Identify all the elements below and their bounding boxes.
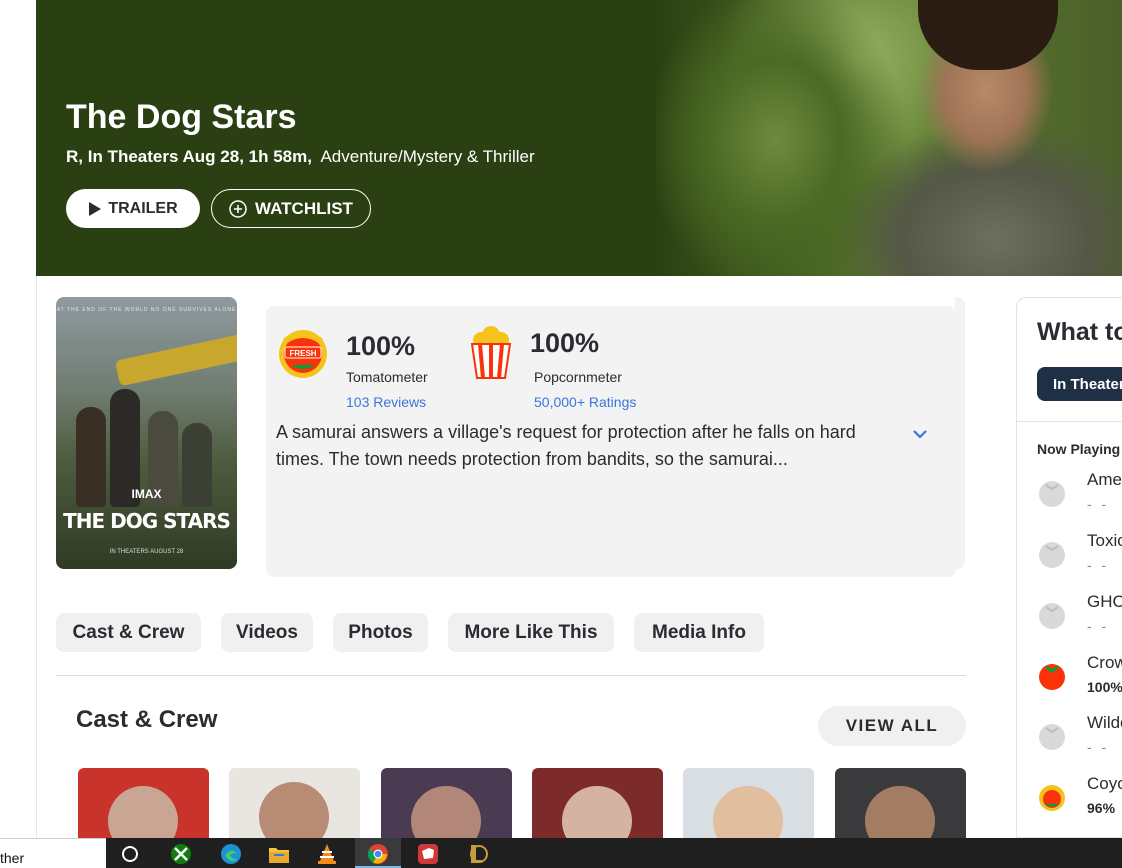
tomato-badge-text: FRESH <box>289 349 316 358</box>
movie-genre: Adventure/Mystery & Thriller <box>320 147 535 166</box>
poster-title: THE DOG STARS <box>63 509 231 533</box>
cast-photo[interactable] <box>229 768 360 838</box>
movie-score: 100% <box>1087 679 1122 695</box>
list-item[interactable]: Crow 100% <box>1037 653 1122 703</box>
watchlist-button[interactable]: WATCHLIST <box>211 189 371 228</box>
windows-taskbar: ther <box>0 838 1122 868</box>
search-circle-icon[interactable] <box>119 843 141 865</box>
watchlist-label: WATCHLIST <box>255 198 353 218</box>
popcornmeter-label: Popcornmeter <box>534 369 622 385</box>
movie-name: GHO <box>1087 592 1122 611</box>
movie-poster[interactable]: AT THE END OF THE WORLD NO ONE SURVIVES … <box>56 297 237 569</box>
popcornmeter-score: 100% <box>530 328 600 358</box>
list-item[interactable]: Toxic - - <box>1037 531 1122 581</box>
score-panel-edge <box>955 297 965 569</box>
edge-icon[interactable] <box>220 843 242 865</box>
chrome-icon[interactable] <box>367 843 389 865</box>
movie-score: - - <box>1087 739 1110 755</box>
list-item[interactable]: Ame - - <box>1037 470 1122 520</box>
tab-photos[interactable]: Photos <box>333 613 428 652</box>
tomatometer-score: 100% <box>346 331 416 361</box>
empty-tomato-icon <box>1039 542 1065 568</box>
trailer-label: TRAILER <box>108 199 178 217</box>
rail-title: What to <box>1037 318 1122 346</box>
hero-banner: The Dog Stars R, In Theaters Aug 28, 1h … <box>36 0 1122 276</box>
cast-photo[interactable] <box>835 768 966 838</box>
hero-backdrop-image <box>656 0 1122 276</box>
tomatometer-label: Tomatometer <box>346 369 428 385</box>
certified-fresh-icon <box>1039 785 1065 811</box>
movie-meta: R, In Theaters Aug 28, 1h 58m, Adventure… <box>66 147 535 167</box>
view-all-button[interactable]: VIEW ALL <box>818 706 966 746</box>
list-item[interactable]: GHO - - <box>1037 592 1122 642</box>
fresh-tomato-icon <box>1039 664 1065 690</box>
movie-title: The Dog Stars <box>66 98 297 136</box>
poster-release: IN THEATERS AUGUST 28 <box>109 549 184 555</box>
file-explorer-icon[interactable] <box>268 843 290 865</box>
movie-name: Coyo <box>1087 774 1122 793</box>
cast-photo[interactable] <box>532 768 663 838</box>
section-divider <box>56 675 966 676</box>
play-icon <box>89 201 102 216</box>
weather-text: ther <box>0 850 25 866</box>
movie-score: - - <box>1087 496 1110 512</box>
poster-tagline: AT THE END OF THE WORLD NO ONE SURVIVES … <box>56 307 237 313</box>
poster-imax: IMAX <box>131 487 162 501</box>
movie-synopsis: A samurai answers a village's request fo… <box>276 422 856 469</box>
movie-rating-release-runtime: R, In Theaters Aug 28, 1h 58m, <box>66 147 312 166</box>
xbox-icon[interactable] <box>170 843 192 865</box>
popcorn-icon <box>470 326 512 379</box>
what-to-watch-rail: What to In Theaters Now Playing Ame - - … <box>1016 297 1122 838</box>
empty-tomato-icon <box>1039 603 1065 629</box>
list-item[interactable]: Coyo 96% <box>1037 774 1122 824</box>
list-item[interactable]: Wilde - - <box>1037 713 1122 763</box>
trailer-button[interactable]: TRAILER <box>66 189 200 228</box>
tab-in-theaters[interactable]: In Theaters <box>1037 367 1122 401</box>
now-playing-heading: Now Playing <box>1037 441 1121 457</box>
cast-photo[interactable] <box>381 768 512 838</box>
movie-name: Wilde <box>1087 713 1122 732</box>
chevron-down-icon[interactable] <box>910 424 930 444</box>
cast-photo[interactable] <box>78 768 209 838</box>
rail-divider <box>1017 421 1122 422</box>
tab-cast-crew[interactable]: Cast & Crew <box>56 613 201 652</box>
vlc-icon[interactable] <box>316 843 338 865</box>
movie-name: Crow <box>1087 653 1122 672</box>
cast-photo[interactable] <box>683 768 814 838</box>
tab-media-info[interactable]: Media Info <box>634 613 764 652</box>
weather-widget[interactable]: ther <box>0 838 106 868</box>
poster-plane-art <box>114 329 237 387</box>
score-panel: FRESH 100% Tomatometer 103 Reviews 100% … <box>266 306 956 577</box>
movie-name: Ame <box>1087 470 1122 489</box>
league-icon[interactable] <box>467 843 489 865</box>
cast-crew-heading: Cast & Crew <box>76 706 218 733</box>
tomatometer-reviews-link[interactable]: 103 Reviews <box>346 394 426 410</box>
movie-score: - - <box>1087 557 1110 573</box>
left-gutter <box>0 0 37 838</box>
certified-fresh-icon: FRESH <box>279 330 327 378</box>
empty-tomato-icon <box>1039 481 1065 507</box>
movie-name: Toxic <box>1087 531 1122 550</box>
tab-videos[interactable]: Videos <box>221 613 313 652</box>
plus-circle-icon <box>229 199 247 218</box>
empty-tomato-icon <box>1039 724 1065 750</box>
movie-score: 96% <box>1087 800 1116 816</box>
tab-more-like-this[interactable]: More Like This <box>448 613 614 652</box>
popcornmeter-ratings-link[interactable]: 50,000+ Ratings <box>534 394 636 410</box>
riot-icon[interactable] <box>417 843 439 865</box>
movie-score: - - <box>1087 618 1110 634</box>
